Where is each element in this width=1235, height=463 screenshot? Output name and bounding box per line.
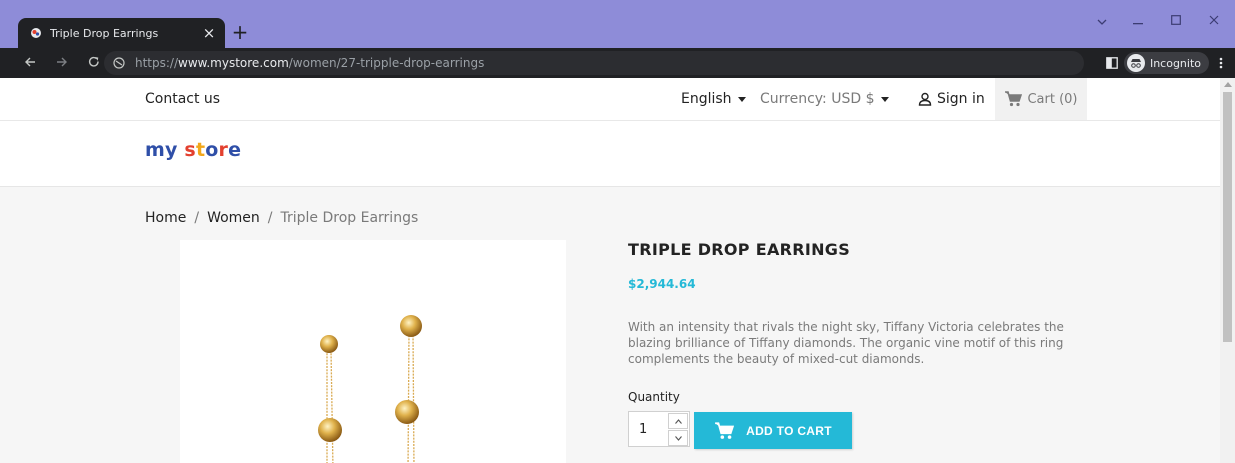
incognito-label: Incognito — [1149, 56, 1201, 70]
browser-tab[interactable]: Triple Drop Earrings × — [18, 18, 225, 48]
page-viewport: Contact us English Currency: USD $ Sign … — [0, 78, 1220, 463]
chevron-down-icon — [880, 96, 889, 102]
toolbar-right: Incognito — [1106, 48, 1235, 78]
chevron-up-icon — [674, 418, 682, 424]
side-panel-icon[interactable] — [1106, 57, 1118, 69]
breadcrumb-women[interactable]: Women — [207, 210, 260, 226]
cart-label: Cart (0) — [1027, 91, 1078, 107]
logo-letter: r — [218, 139, 229, 161]
currency-label: Currency: USD $ — [760, 91, 875, 107]
incognito-badge[interactable]: Incognito — [1123, 52, 1209, 74]
scroll-up-arrow-icon[interactable] — [1224, 82, 1232, 87]
reload-icon[interactable] — [84, 53, 104, 73]
breadcrumb-separator: / — [194, 210, 200, 226]
scrollbar-thumb[interactable] — [1223, 92, 1232, 342]
earrings-image — [318, 315, 422, 463]
cart-icon — [714, 421, 735, 440]
chevron-down-icon[interactable] — [1090, 14, 1114, 30]
cart-button[interactable]: Cart (0) — [995, 78, 1087, 120]
store-logo[interactable]: my store — [145, 139, 241, 161]
logo-letter: t — [195, 139, 206, 161]
url-scheme: https:// — [135, 56, 179, 70]
menu-kebab-icon[interactable] — [1219, 57, 1223, 69]
product-title: TRIPLE DROP EARRINGS — [628, 240, 851, 259]
add-to-cart-label: ADD TO CART — [746, 423, 832, 438]
cart-icon — [1004, 91, 1023, 107]
incognito-icon — [1126, 54, 1145, 72]
minimize-icon[interactable] — [1126, 14, 1150, 30]
tab-close-icon[interactable]: × — [201, 26, 217, 41]
product-price: $2,944.64 — [628, 277, 696, 291]
logo-letter: e — [228, 139, 242, 161]
quantity-input[interactable] — [629, 412, 667, 446]
add-to-cart-button[interactable]: ADD TO CART — [694, 412, 852, 449]
quantity-increment-button[interactable] — [668, 413, 688, 429]
sign-in-label: Sign in — [937, 91, 985, 107]
product-description: With an intensity that rivals the night … — [628, 320, 1064, 366]
user-icon — [918, 92, 932, 106]
quantity-label: Quantity — [628, 390, 680, 404]
logo-letter: m — [145, 139, 165, 161]
breadcrumb-current: Triple Drop Earrings — [280, 210, 419, 226]
contact-us-link[interactable]: Contact us — [145, 91, 220, 107]
logo-letter: y — [165, 139, 178, 161]
chevron-down-icon — [737, 96, 746, 102]
browser-titlebar: Triple Drop Earrings × + — [0, 0, 1235, 48]
quantity-decrement-button[interactable] — [668, 430, 688, 446]
address-bar[interactable]: https://www.mystore.com/women/27-tripple… — [104, 51, 1084, 75]
new-tab-button[interactable]: + — [230, 22, 250, 42]
chevron-down-icon — [674, 435, 682, 441]
top-navigation: Contact us English Currency: USD $ Sign … — [0, 78, 1220, 121]
language-label: English — [681, 91, 732, 107]
url-path: /women/27-tripple-drop-earrings — [288, 56, 485, 70]
product-image[interactable] — [180, 240, 566, 463]
currency-selector[interactable]: Currency: USD $ — [760, 91, 889, 107]
favicon-icon — [30, 27, 42, 39]
close-icon[interactable] — [1202, 14, 1226, 30]
url-text: https://www.mystore.com/women/27-tripple… — [135, 56, 484, 70]
back-icon[interactable] — [20, 53, 40, 73]
browser-toolbar: https://www.mystore.com/women/27-tripple… — [0, 48, 1235, 78]
maximize-icon[interactable] — [1164, 14, 1188, 30]
tab-title: Triple Drop Earrings — [50, 26, 159, 40]
forward-icon[interactable] — [52, 53, 72, 73]
page-scrollbar[interactable] — [1220, 78, 1235, 463]
site-header: my store — [0, 121, 1220, 187]
language-selector[interactable]: English — [681, 91, 746, 107]
breadcrumb-separator: / — [267, 210, 273, 226]
sign-in-link[interactable]: Sign in — [918, 91, 985, 107]
breadcrumb: Home / Women / Triple Drop Earrings — [145, 210, 418, 226]
logo-letter: s — [184, 139, 196, 161]
logo-letter: o — [205, 139, 219, 161]
url-host: www.mystore.com — [178, 56, 289, 70]
breadcrumb-home[interactable]: Home — [145, 210, 186, 226]
quantity-stepper — [628, 411, 690, 447]
site-info-icon[interactable] — [113, 57, 129, 69]
